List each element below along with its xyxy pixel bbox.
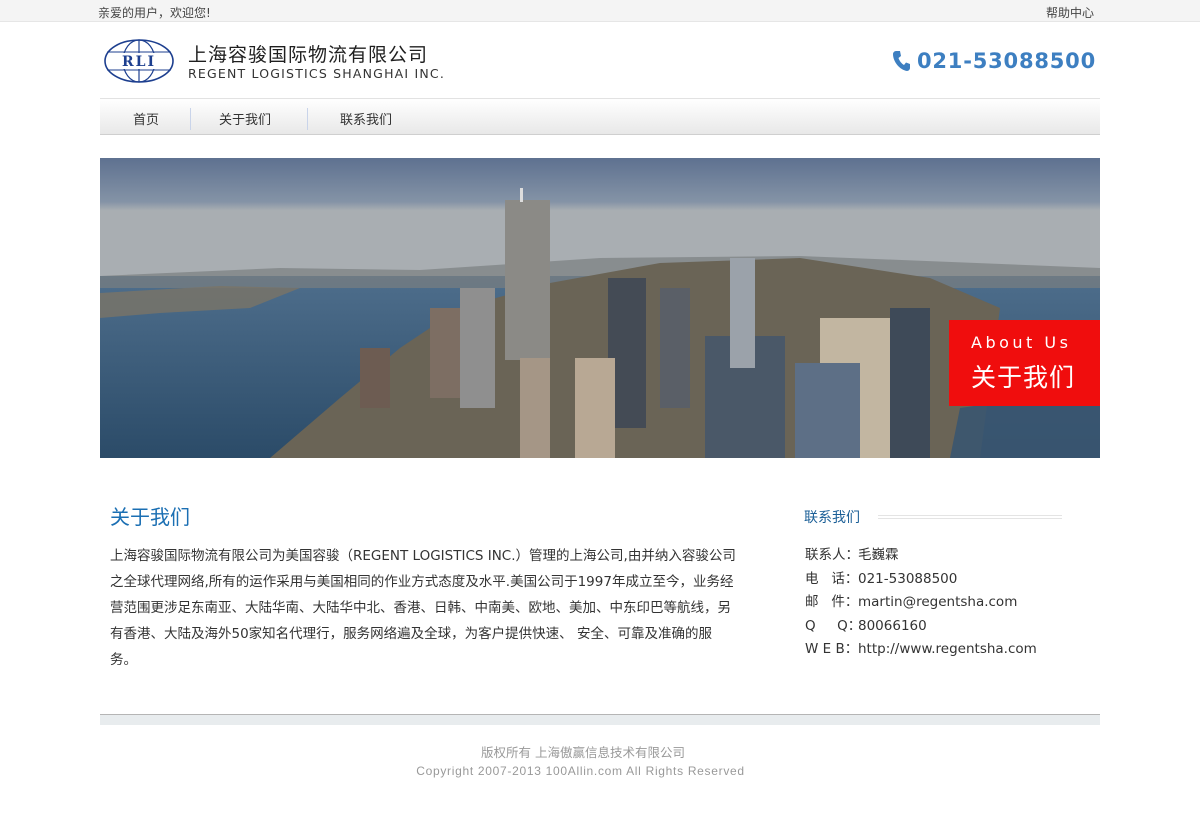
contact-value: 021-53088500 xyxy=(858,570,958,587)
contact-label: Q Q： xyxy=(805,617,862,634)
contact-row-web: W E B： http://www.regentsha.com xyxy=(805,638,1037,662)
contact-value: 毛巍霖 xyxy=(858,547,899,563)
contact-label: 邮 件： xyxy=(805,594,859,611)
contact-email-link[interactable]: martin@regentsha.com xyxy=(858,591,1017,615)
contact-section-title: 联系我们 xyxy=(804,510,860,526)
city-skyline-illustration xyxy=(100,158,1100,458)
nav-separator xyxy=(307,108,308,130)
contact-row-phone: 电 话： 021-53088500 xyxy=(805,568,1037,592)
contact-info-list: 联系人： 毛巍霖 电 话： 021-53088500 邮 件： martin@r… xyxy=(805,544,1037,662)
company-name-cn: 上海容骏国际物流有限公司 xyxy=(188,44,429,66)
logo-text: RLI xyxy=(122,54,156,70)
nav-item-contact[interactable]: 联系我们 xyxy=(340,109,392,128)
contact-row-email: 邮 件： martin@regentsha.com xyxy=(805,591,1037,615)
contact-row-person: 联系人： 毛巍霖 xyxy=(805,544,1037,568)
about-us-badge[interactable]: About Us 关于我们 xyxy=(949,320,1100,406)
about-us-badge-cn: 关于我们 xyxy=(971,363,1076,392)
city-banner-image xyxy=(100,158,1100,458)
contact-title-divider xyxy=(878,515,1062,519)
about-us-badge-en: About Us xyxy=(971,333,1072,352)
nav-item-home[interactable]: 首页 xyxy=(133,109,159,128)
welcome-text: 亲爱的用户，欢迎您! xyxy=(98,6,211,20)
about-section-title: 关于我们 xyxy=(110,505,190,529)
contact-label: 联系人： xyxy=(805,547,859,563)
contact-label: 电 话： xyxy=(805,570,859,587)
nav-separator xyxy=(190,108,191,130)
main-nav: 首页 关于我们 联系我们 xyxy=(100,98,1100,135)
header-phone: 021-53088500 xyxy=(891,49,1096,73)
footer-divider-bar xyxy=(100,714,1100,725)
contact-row-qq: Q Q： 80066160 xyxy=(805,615,1037,639)
footer-copyright-en: Copyright 2007-2013 100Allin.com All Rig… xyxy=(416,764,745,778)
top-bar: 亲爱的用户，欢迎您! 帮助中心 xyxy=(0,0,1200,22)
about-body-text: 上海容骏国际物流有限公司为美国容骏（REGENT LOGISTICS INC.）… xyxy=(110,548,736,668)
company-name-en: REGENT LOGISTICS SHANGHAI INC. xyxy=(188,66,446,81)
company-logo[interactable]: RLI xyxy=(103,38,175,84)
contact-label: W E B： xyxy=(805,641,859,658)
phone-icon xyxy=(892,51,910,71)
nav-item-about[interactable]: 关于我们 xyxy=(219,109,271,128)
footer-copyright-cn: 版权所有 上海傲赢信息技术有限公司 xyxy=(481,745,685,760)
contact-value: 80066160 xyxy=(858,617,927,634)
help-center-link[interactable]: 帮助中心 xyxy=(1046,4,1094,21)
phone-number: 021-53088500 xyxy=(916,49,1096,73)
contact-web-link[interactable]: http://www.regentsha.com xyxy=(858,638,1037,662)
